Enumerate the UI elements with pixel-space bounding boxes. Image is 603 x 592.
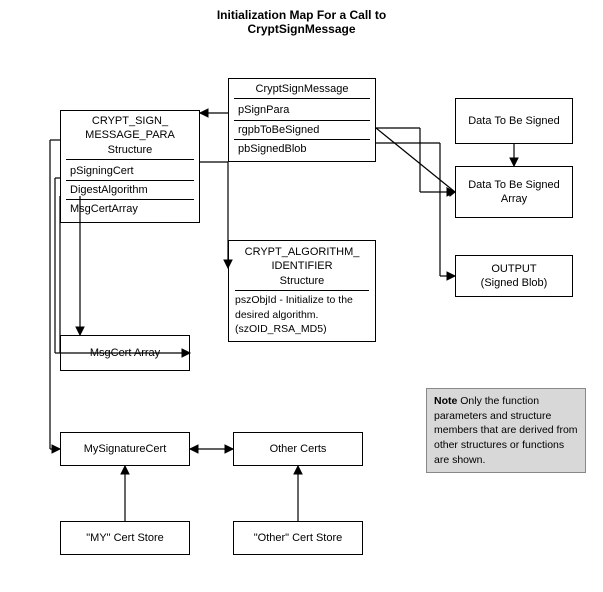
note-box: Note Only the function parameters and st… <box>426 388 586 473</box>
msgcert-array-label: MsgCert Array <box>90 346 160 360</box>
other-cert-store-label: "Other" Cert Store <box>254 531 343 545</box>
msgcert-array-box: MsgCert Array <box>60 335 190 371</box>
crypt-sign-message-para-box: CRYPT_SIGN_MESSAGE_PARAStructure pSignin… <box>60 110 200 223</box>
crypt-sign-message-rows: pSignPara rgpbToBeSigned pbSignedBlob <box>234 101 370 158</box>
crypt-sign-message-header: CryptSignMessage <box>234 82 370 99</box>
row-pbsignedblob: pbSignedBlob <box>234 140 370 158</box>
note-bold: Note <box>434 395 457 407</box>
row-psignpara: pSignPara <box>234 101 370 120</box>
data-to-be-signed-array-label: Data To Be Signed Array <box>461 178 567 207</box>
crypt-algorithm-identifier-header: CRYPT_ALGORITHM_IDENTIFIERStructure <box>235 245 369 291</box>
crypt-algorithm-identifier-box: CRYPT_ALGORITHM_IDENTIFIERStructure pszO… <box>228 240 376 342</box>
row-rgpbtobsigned: rgpbToBeSigned <box>234 121 370 140</box>
crypt-sign-message-para-header: CRYPT_SIGN_MESSAGE_PARAStructure <box>66 114 194 160</box>
my-signature-cert-box: MySignatureCert <box>60 432 190 466</box>
my-signature-cert-label: MySignatureCert <box>84 442 167 456</box>
crypt-sign-message-para-rows: pSigningCert DigestAlgorithm MsgCertArra… <box>66 162 194 219</box>
row-digestalgorithm: DigestAlgorithm <box>66 181 194 200</box>
data-to-be-signed-label: Data To Be Signed <box>468 114 560 128</box>
row-psigningcert: pSigningCert <box>66 162 194 181</box>
output-signed-blob-box: OUTPUT(Signed Blob) <box>455 255 573 297</box>
other-cert-store-box: "Other" Cert Store <box>233 521 363 555</box>
output-signed-blob-label: OUTPUT(Signed Blob) <box>481 262 548 291</box>
diagram-title: Initialization Map For a Call to CryptSi… <box>217 8 386 36</box>
my-cert-store-label: "MY" Cert Store <box>86 531 164 545</box>
crypt-algorithm-identifier-text: pszObjId - Initialize to the desired alg… <box>235 293 369 337</box>
other-certs-label: Other Certs <box>270 442 327 456</box>
crypt-sign-message-box: CryptSignMessage pSignPara rgpbToBeSigne… <box>228 78 376 162</box>
data-to-be-signed-box: Data To Be Signed <box>455 98 573 144</box>
other-certs-box: Other Certs <box>233 432 363 466</box>
row-msgcertarray: MsgCertArray <box>66 200 194 218</box>
diagram-container: Initialization Map For a Call to CryptSi… <box>0 0 603 592</box>
data-to-be-signed-array-box: Data To Be Signed Array <box>455 166 573 218</box>
my-cert-store-box: "MY" Cert Store <box>60 521 190 555</box>
